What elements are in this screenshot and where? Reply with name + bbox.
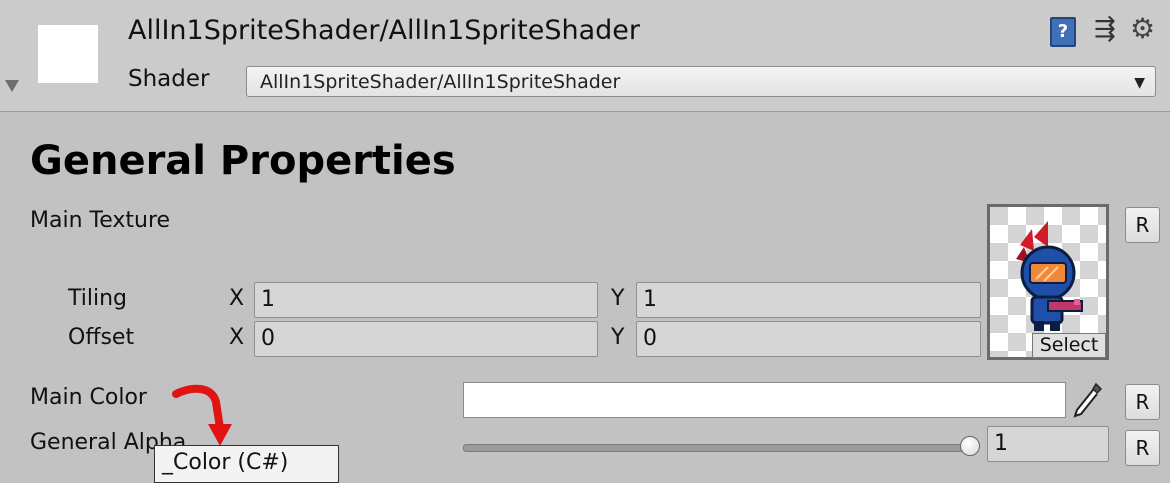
general-alpha-slider-track[interactable] (463, 444, 970, 452)
general-alpha-reset-button[interactable]: R (1125, 430, 1160, 466)
dropdown-arrow-icon: ▼ (1134, 75, 1145, 91)
main-color-swatch[interactable] (463, 382, 1066, 418)
offset-y-label: Y (611, 325, 625, 350)
offset-x-field[interactable]: 0 (254, 321, 598, 357)
preset-icon[interactable]: ⇶ (1094, 14, 1116, 44)
material-preview-thumbnail (38, 25, 98, 83)
tiling-label: Tiling (68, 286, 128, 311)
section-title: General Properties (30, 138, 456, 184)
main-texture-label: Main Texture (30, 208, 171, 233)
tiling-x-field[interactable]: 1 (254, 282, 598, 318)
eyedropper-icon[interactable] (1070, 380, 1104, 420)
shader-dropdown-value: AllIn1SpriteShader/AllIn1SpriteShader (260, 71, 621, 93)
tiling-y-field[interactable]: 1 (636, 282, 981, 318)
material-title: AllIn1SpriteShader/AllIn1SpriteShader (128, 15, 640, 46)
texture-select-button[interactable]: Select (1032, 333, 1106, 358)
tiling-y-label: Y (611, 286, 625, 311)
main-texture-reset-button[interactable]: R (1125, 207, 1160, 243)
offset-y-field[interactable]: 0 (636, 321, 981, 357)
shader-dropdown[interactable]: AllIn1SpriteShader/AllIn1SpriteShader ▼ (246, 66, 1156, 97)
material-header: AllIn1SpriteShader/AllIn1SpriteShader Sh… (0, 0, 1170, 112)
shader-label: Shader (128, 66, 210, 92)
annotation-arrow-icon (172, 384, 232, 446)
book-help-icon[interactable]: ? (1050, 17, 1076, 47)
foldout-arrow-icon[interactable] (5, 80, 19, 92)
general-alpha-slider-thumb[interactable] (960, 436, 980, 456)
tiling-x-label: X (229, 286, 245, 311)
main-color-reset-button[interactable]: R (1125, 384, 1160, 420)
gear-icon[interactable]: ⚙ (1130, 12, 1155, 45)
general-alpha-field[interactable]: 1 (987, 426, 1109, 462)
property-tooltip: _Color (C#) (154, 445, 339, 483)
offset-x-label: X (229, 325, 245, 350)
offset-label: Offset (68, 325, 135, 350)
main-color-label: Main Color (30, 385, 147, 410)
